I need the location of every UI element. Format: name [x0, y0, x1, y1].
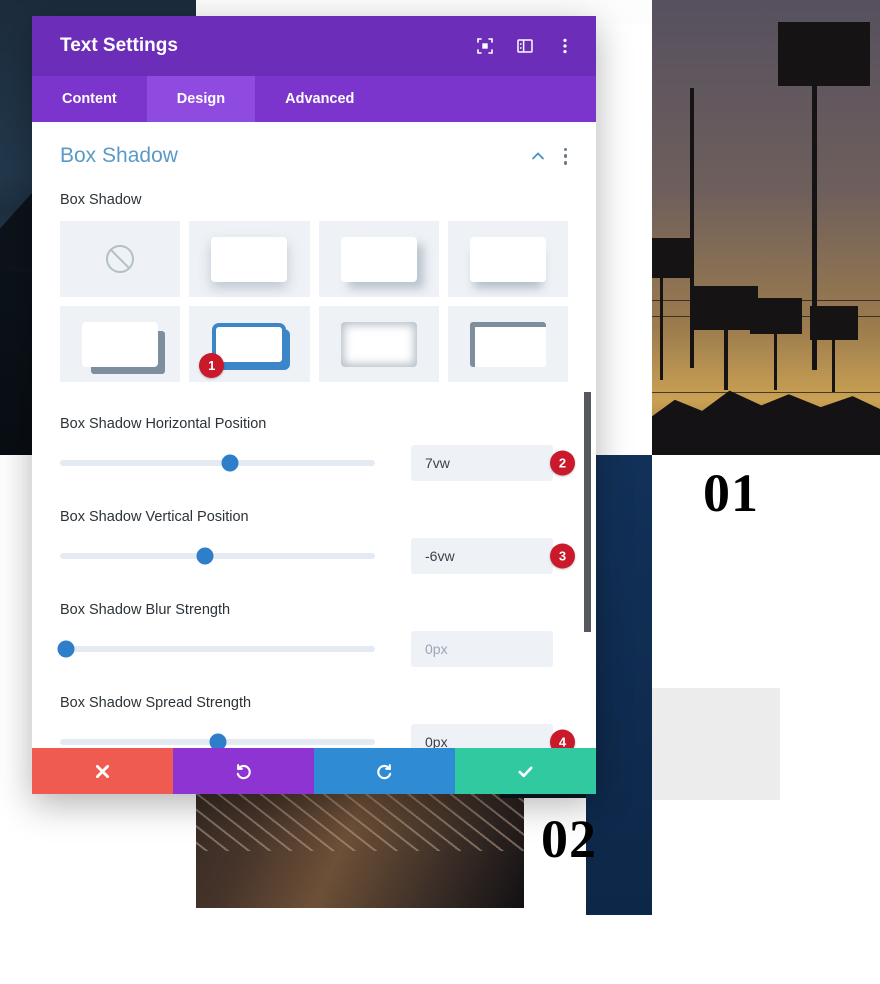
- preset-corner[interactable]: [447, 306, 568, 382]
- tab-advanced[interactable]: Advanced: [255, 76, 384, 122]
- screen: 01 02 Text Settings Content Design Advan…: [0, 0, 880, 984]
- slider-row-horizontal-position: Box Shadow Horizontal Position 7vw 2: [60, 416, 575, 481]
- preset-outline[interactable]: 1: [189, 306, 310, 382]
- preset-inset[interactable]: [318, 306, 439, 382]
- preset-offset[interactable]: [318, 221, 439, 297]
- background-number-label-02: 02: [541, 809, 597, 869]
- section-title: Box Shadow: [60, 144, 178, 167]
- slider-spread-strength[interactable]: [60, 733, 375, 748]
- slider-vertical-position[interactable]: [60, 547, 375, 565]
- step-badge-2: 2: [550, 450, 575, 476]
- slider-horizontal-position[interactable]: [60, 454, 375, 472]
- no-shadow-icon: [106, 245, 135, 273]
- preset-none[interactable]: [60, 221, 181, 297]
- cancel-button[interactable]: [32, 748, 173, 794]
- undo-button[interactable]: [173, 748, 314, 794]
- chevron-up-icon[interactable]: [530, 148, 546, 164]
- redo-button[interactable]: [314, 748, 455, 794]
- input-value: 0px: [425, 641, 448, 657]
- redo-icon: [377, 763, 392, 779]
- modal-tabs: Content Design Advanced: [32, 76, 596, 122]
- step-badge-1: 1: [199, 353, 225, 378]
- modal-title: Text Settings: [60, 35, 178, 56]
- input-value: 7vw: [425, 455, 450, 471]
- background-photo-palm-trees: [652, 0, 880, 455]
- undo-icon: [236, 763, 251, 779]
- slider-label-spread-strength: Box Shadow Spread Strength: [60, 695, 252, 711]
- check-icon: [518, 766, 533, 777]
- slider-label-horizontal-position: Box Shadow Horizontal Position: [60, 416, 267, 432]
- modal-body: Box Shadow Box Shadow 1 Box Shadow Horiz…: [32, 122, 596, 748]
- slider-row-vertical-position: Box Shadow Vertical Position -6vw 3: [60, 509, 575, 574]
- preset-hard[interactable]: [60, 306, 181, 382]
- background-number-label-01: 01: [703, 463, 759, 523]
- input-blur-strength[interactable]: 0px: [411, 631, 553, 667]
- input-vertical-position[interactable]: -6vw 3: [411, 538, 575, 574]
- slider-thumb[interactable]: [57, 640, 75, 658]
- modal-footer: [32, 748, 596, 794]
- modal-scrollbar[interactable]: [584, 392, 591, 632]
- tab-content[interactable]: Content: [32, 76, 147, 122]
- modal-header-actions: [476, 37, 574, 55]
- save-button[interactable]: [455, 748, 596, 794]
- slider-thumb[interactable]: [196, 547, 214, 565]
- input-value: 0px: [425, 734, 448, 748]
- input-spread-strength[interactable]: 0px 4: [411, 724, 575, 748]
- close-icon: [95, 764, 110, 778]
- slider-row-spread-strength: Box Shadow Spread Strength 0px 4: [60, 695, 575, 748]
- slider-thumb[interactable]: [209, 733, 226, 748]
- modal-header: Text Settings: [32, 16, 596, 76]
- layout-columns-icon[interactable]: [516, 37, 534, 55]
- input-value: -6vw: [425, 548, 455, 564]
- slider-thumb[interactable]: [221, 454, 239, 472]
- focus-target-icon[interactable]: [476, 37, 494, 55]
- slider-row-blur-strength: Box Shadow Blur Strength 0px: [57, 602, 568, 667]
- background-grey-block: [652, 688, 780, 800]
- text-settings-modal: Text Settings Content Design Advanced Bo…: [32, 16, 596, 794]
- box-shadow-field-label: Box Shadow: [60, 192, 142, 208]
- box-shadow-preset-grid: 1: [60, 221, 568, 382]
- step-badge-4: 4: [550, 729, 575, 748]
- slider-blur-strength[interactable]: [57, 640, 375, 658]
- step-badge-3: 3: [550, 543, 575, 569]
- section-more-options-icon[interactable]: [564, 147, 568, 165]
- tab-design[interactable]: Design: [146, 76, 256, 122]
- input-horizontal-position[interactable]: 7vw 2: [411, 445, 575, 481]
- box-shadow-section-header: Box Shadow: [60, 144, 568, 168]
- preset-bottom[interactable]: [447, 221, 568, 297]
- slider-label-vertical-position: Box Shadow Vertical Position: [60, 509, 249, 525]
- more-options-icon[interactable]: [556, 37, 574, 55]
- slider-label-blur-strength: Box Shadow Blur Strength: [60, 602, 231, 618]
- preset-soft[interactable]: [189, 221, 310, 297]
